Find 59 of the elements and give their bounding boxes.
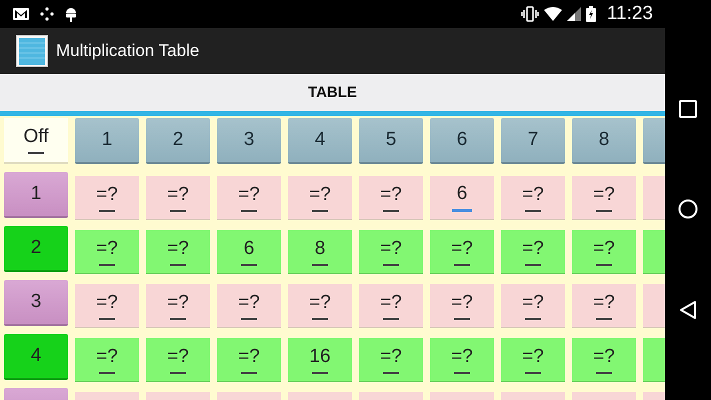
answer-field[interactable]: =? bbox=[75, 284, 139, 328]
column-header-button[interactable]: 1 bbox=[75, 118, 139, 164]
column-header-button[interactable]: 3 bbox=[217, 118, 281, 164]
answer-field[interactable]: =? bbox=[572, 176, 636, 220]
answer-field[interactable]: =? bbox=[146, 176, 210, 220]
answer-field[interactable]: =? bbox=[430, 338, 494, 382]
app-icon bbox=[16, 35, 48, 67]
answer-field[interactable]: =? bbox=[359, 176, 423, 220]
answer-field[interactable]: =? bbox=[359, 230, 423, 274]
app-title: Multiplication Table bbox=[56, 41, 200, 61]
row-header-button[interactable]: 4 bbox=[4, 334, 68, 380]
row-header-button[interactable]: 1 bbox=[4, 172, 68, 218]
answer-field[interactable]: 8 bbox=[288, 230, 352, 274]
answer-field[interactable]: 16 bbox=[288, 338, 352, 382]
answer-field[interactable]: =? bbox=[359, 284, 423, 328]
answer-field[interactable]: =? bbox=[146, 338, 210, 382]
back-icon[interactable] bbox=[679, 300, 697, 320]
row-header-button[interactable]: 3 bbox=[4, 280, 68, 326]
column-header-button[interactable]: 6 bbox=[430, 118, 494, 164]
answer-field[interactable]: =? bbox=[501, 338, 565, 382]
answer-field[interactable]: =? bbox=[288, 284, 352, 328]
answer-field[interactable]: =? bbox=[572, 284, 636, 328]
signal-icon bbox=[566, 7, 581, 21]
answer-field[interactable]: =? bbox=[430, 230, 494, 274]
off-toggle[interactable]: Off bbox=[4, 118, 68, 164]
battery-icon bbox=[586, 6, 596, 22]
answer-field[interactable]: =? bbox=[288, 176, 352, 220]
answer-field[interactable]: =? bbox=[501, 230, 565, 274]
answer-field[interactable]: =? bbox=[146, 284, 210, 328]
column-header-button[interactable]: 4 bbox=[288, 118, 352, 164]
dots-icon bbox=[40, 7, 54, 21]
answer-field[interactable]: =? bbox=[217, 176, 281, 220]
answer-field[interactable]: =? bbox=[359, 338, 423, 382]
home-icon[interactable] bbox=[678, 198, 698, 219]
answer-field[interactable]: =? bbox=[217, 338, 281, 382]
answer-field[interactable]: =? bbox=[572, 230, 636, 274]
column-header-button[interactable]: 5 bbox=[359, 118, 423, 164]
answer-field[interactable]: 6 bbox=[217, 230, 281, 274]
column-header-button[interactable]: 7 bbox=[501, 118, 565, 164]
answer-field[interactable]: =? bbox=[75, 230, 139, 274]
answer-field[interactable]: =? bbox=[75, 338, 139, 382]
answer-field[interactable]: =? bbox=[430, 284, 494, 328]
answer-field[interactable]: =? bbox=[217, 284, 281, 328]
answer-field[interactable]: 6 bbox=[430, 176, 494, 220]
answer-field[interactable]: =? bbox=[501, 284, 565, 328]
answer-field[interactable]: =? bbox=[501, 176, 565, 220]
answer-field[interactable]: =? bbox=[572, 338, 636, 382]
vibrate-icon bbox=[520, 6, 539, 22]
answer-field[interactable]: =? bbox=[75, 176, 139, 220]
clock-time: 11:23 bbox=[606, 3, 653, 25]
wifi-icon bbox=[544, 7, 562, 21]
table-tab[interactable]: TABLE bbox=[308, 84, 357, 101]
recent-apps-icon[interactable] bbox=[679, 100, 697, 118]
answer-field[interactable]: =? bbox=[146, 230, 210, 274]
column-header-button[interactable]: 2 bbox=[146, 118, 210, 164]
row-header-button[interactable]: 2 bbox=[4, 226, 68, 272]
column-header-button[interactable]: 8 bbox=[572, 118, 636, 164]
android-icon bbox=[64, 6, 78, 22]
mail-icon bbox=[12, 7, 30, 21]
